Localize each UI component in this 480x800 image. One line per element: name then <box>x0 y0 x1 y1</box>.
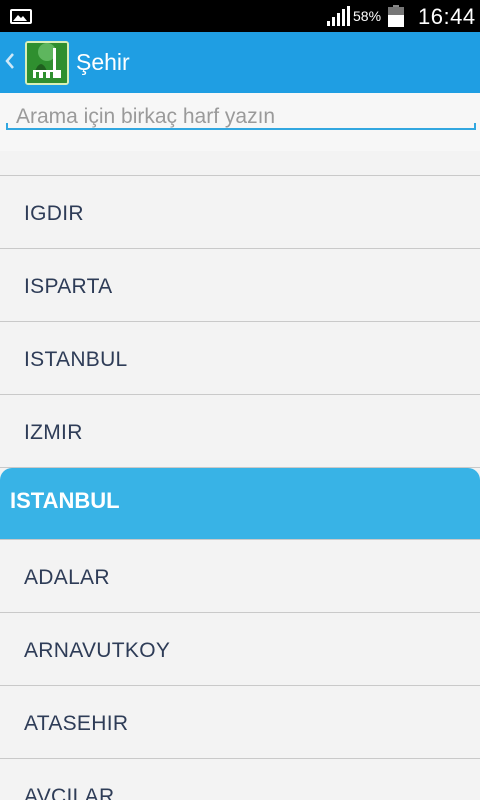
status-bar: 58% 16:44 <box>0 0 480 32</box>
list-item-isparta[interactable]: ISPARTA <box>0 249 480 322</box>
list-item-label: ARNAVUTKOY <box>24 639 171 662</box>
list-item-izmir[interactable]: IZMIR <box>0 395 480 468</box>
list-item-atasehir[interactable]: ATASEHIR <box>0 686 480 759</box>
list-item-label: IGDIR <box>24 202 84 225</box>
battery-icon <box>388 5 404 27</box>
section-header-label: ISTANBUL <box>10 488 120 513</box>
battery-percent: 58% <box>353 8 382 24</box>
list-item-adalar[interactable]: ADALAR <box>0 540 480 613</box>
list-item-label: ISTANBUL <box>24 348 128 371</box>
chevron-left-icon[interactable] <box>4 51 16 71</box>
list-item-label: IZMIR <box>24 421 83 444</box>
list-item-label: AVCILAR <box>24 785 115 800</box>
list-item-avcilar[interactable]: AVCILAR <box>0 759 480 800</box>
clock: 16:44 <box>418 4 476 29</box>
signal-icon <box>327 6 350 26</box>
search-underline <box>6 123 476 130</box>
search-bar <box>0 93 480 151</box>
list-item-istanbul[interactable]: ISTANBUL <box>0 322 480 395</box>
gallery-icon <box>10 9 32 24</box>
city-list: IGDIR ISPARTA ISTANBUL IZMIR ISTANBUL AD… <box>0 151 480 800</box>
list-top-divider <box>0 151 480 176</box>
list-item-label: ATASEHIR <box>24 712 129 735</box>
section-header-istanbul: ISTANBUL <box>0 468 480 540</box>
mosque-icon[interactable] <box>25 41 69 85</box>
list-item-igdir[interactable]: IGDIR <box>0 176 480 249</box>
action-bar: Şehir <box>0 32 480 93</box>
page-title: Şehir <box>76 49 130 75</box>
list-item-arnavutkoy[interactable]: ARNAVUTKOY <box>0 613 480 686</box>
list-item-label: ADALAR <box>24 566 110 589</box>
list-item-label: ISPARTA <box>24 275 113 298</box>
